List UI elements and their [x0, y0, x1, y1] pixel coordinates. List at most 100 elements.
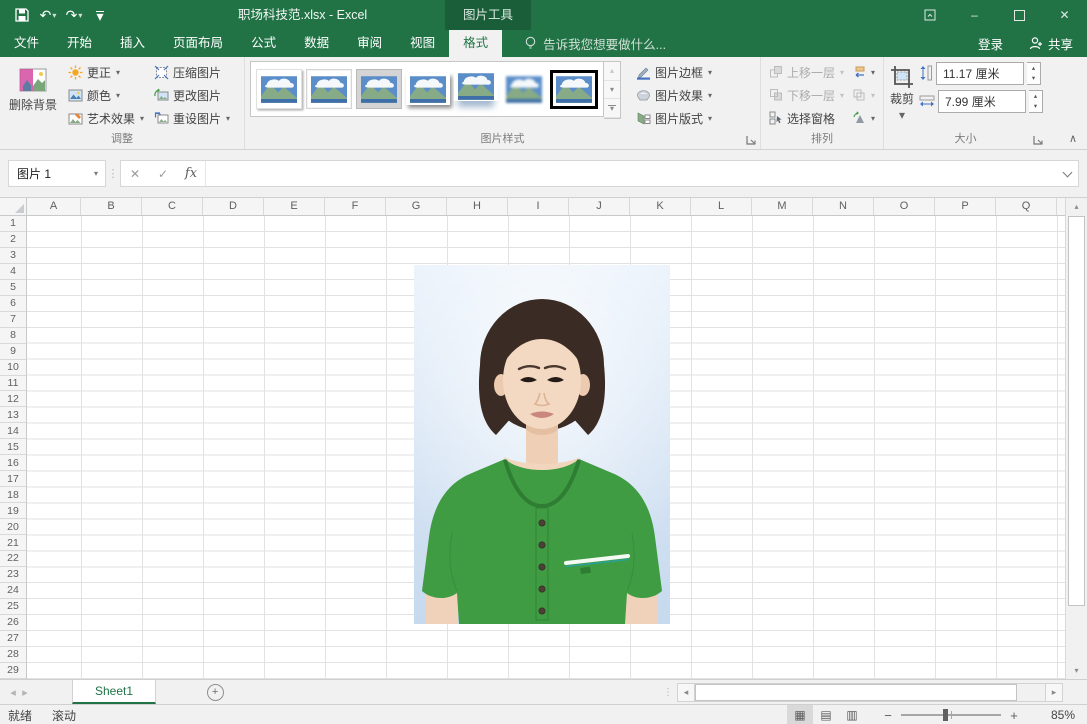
scroll-down-button[interactable]: ▾: [1066, 662, 1087, 679]
spin-down-button[interactable]: ▾: [1029, 101, 1042, 112]
column-header-E[interactable]: E: [264, 198, 325, 215]
tab-insert[interactable]: 插入: [106, 30, 159, 57]
row-header-13[interactable]: 13: [0, 407, 26, 423]
row-header-10[interactable]: 10: [0, 360, 26, 376]
zoom-slider[interactable]: [901, 714, 1001, 716]
name-box[interactable]: 图片 1 ▾: [8, 160, 106, 187]
insert-function-button[interactable]: fx: [177, 166, 205, 181]
scroll-right-button[interactable]: ▸: [1045, 683, 1063, 702]
compress-pictures-button[interactable]: 压缩图片: [151, 61, 233, 83]
picture-style-3-frame-gray[interactable]: [356, 69, 402, 109]
vertical-scroll-thumb[interactable]: [1068, 216, 1085, 606]
normal-view-button[interactable]: ▦: [787, 705, 813, 724]
spin-up-button[interactable]: ▴: [1027, 63, 1040, 74]
gallery-scroll-down-button[interactable]: ▾: [604, 81, 620, 100]
picture-border-button[interactable]: 图片边框▾: [633, 61, 715, 83]
row-header-22[interactable]: 22: [0, 551, 26, 567]
row-header-8[interactable]: 8: [0, 328, 26, 344]
row-header-11[interactable]: 11: [0, 376, 26, 392]
height-input[interactable]: 11.17 厘米: [936, 62, 1024, 85]
column-header-M[interactable]: M: [752, 198, 813, 215]
zoom-in-button[interactable]: +: [1005, 708, 1023, 723]
picture-style-5-reflection[interactable]: [454, 71, 498, 101]
column-header-P[interactable]: P: [935, 198, 996, 215]
tab-page-layout[interactable]: 页面布局: [159, 30, 237, 57]
column-header-G[interactable]: G: [386, 198, 447, 215]
row-header-3[interactable]: 3: [0, 248, 26, 264]
zoom-level[interactable]: 85%: [1033, 708, 1087, 722]
row-header-5[interactable]: 5: [0, 280, 26, 296]
tab-view[interactable]: 视图: [396, 30, 449, 57]
column-header-A[interactable]: A: [27, 198, 81, 215]
undo-button[interactable]: ↶▾: [36, 2, 60, 28]
close-button[interactable]: ✕: [1042, 0, 1087, 30]
column-header-L[interactable]: L: [691, 198, 752, 215]
customize-qat-button[interactable]: ▾: [88, 2, 112, 28]
column-header-K[interactable]: K: [630, 198, 691, 215]
reset-picture-button[interactable]: 重设图片▾: [151, 107, 233, 129]
restore-button[interactable]: [997, 0, 1042, 30]
tell-me-box[interactable]: 告诉我您想要做什么...: [524, 30, 666, 57]
tab-home[interactable]: 开始: [53, 30, 106, 57]
tab-file[interactable]: 文件: [0, 30, 53, 57]
row-header-28[interactable]: 28: [0, 647, 26, 663]
column-header-Q[interactable]: Q: [996, 198, 1057, 215]
picture-style-4-shadow[interactable]: [406, 73, 450, 105]
column-header-I[interactable]: I: [508, 198, 569, 215]
row-header-14[interactable]: 14: [0, 423, 26, 439]
change-picture-button[interactable]: 更改图片: [151, 84, 233, 106]
row-header-19[interactable]: 19: [0, 503, 26, 519]
new-sheet-button[interactable]: +: [200, 680, 230, 704]
row-header-4[interactable]: 4: [0, 264, 26, 280]
row-header-25[interactable]: 25: [0, 599, 26, 615]
row-header-6[interactable]: 6: [0, 296, 26, 312]
align-button[interactable]: ▾: [849, 61, 878, 83]
row-header-29[interactable]: 29: [0, 663, 26, 679]
picture-styles-dialog-launcher[interactable]: [745, 134, 757, 146]
row-header-20[interactable]: 20: [0, 519, 26, 535]
column-header-B[interactable]: B: [81, 198, 142, 215]
picture-effects-button[interactable]: 图片效果▾: [633, 84, 715, 106]
splitter-dots[interactable]: ⋮: [663, 687, 673, 698]
undo-dropdown[interactable]: ▾: [52, 11, 56, 20]
horizontal-scroll-track[interactable]: [695, 683, 1045, 702]
spin-down-button[interactable]: ▾: [1027, 73, 1040, 84]
scroll-up-button[interactable]: ▴: [1066, 198, 1087, 215]
drag-handle-dots[interactable]: ⋮: [106, 167, 120, 180]
artistic-effects-button[interactable]: 艺术效果▾: [65, 107, 147, 129]
remove-background-button[interactable]: 删除背景: [5, 61, 61, 112]
corrections-button[interactable]: 更正▾: [65, 61, 147, 83]
row-header-7[interactable]: 7: [0, 312, 26, 328]
row-header-9[interactable]: 9: [0, 344, 26, 360]
color-button[interactable]: 颜色▾: [65, 84, 147, 106]
row-header-27[interactable]: 27: [0, 631, 26, 647]
page-layout-view-button[interactable]: ▤: [813, 705, 839, 724]
next-sheet-button[interactable]: ▸: [12, 680, 38, 704]
tab-data[interactable]: 数据: [290, 30, 343, 57]
page-break-preview-button[interactable]: ▥: [839, 705, 865, 724]
picture-style-6-soft-edge[interactable]: [502, 70, 546, 108]
picture-style-1-frame-white[interactable]: [256, 69, 302, 109]
row-header-16[interactable]: 16: [0, 455, 26, 471]
expand-formula-bar-button[interactable]: [1056, 172, 1078, 176]
cells-canvas[interactable]: [27, 216, 1065, 679]
row-header-26[interactable]: 26: [0, 615, 26, 631]
column-header-J[interactable]: J: [569, 198, 630, 215]
ribbon-display-options-button[interactable]: [907, 0, 952, 30]
column-header-C[interactable]: C: [142, 198, 203, 215]
column-header-H[interactable]: H: [447, 198, 508, 215]
rotate-button[interactable]: ▾: [849, 107, 878, 129]
row-header-15[interactable]: 15: [0, 439, 26, 455]
zoom-out-button[interactable]: −: [879, 708, 897, 723]
row-header-23[interactable]: 23: [0, 567, 26, 583]
spin-up-button[interactable]: ▴: [1029, 91, 1042, 102]
row-header-12[interactable]: 12: [0, 391, 26, 407]
row-header-17[interactable]: 17: [0, 471, 26, 487]
sheet-tab-sheet1[interactable]: Sheet1: [72, 680, 156, 704]
vertical-scrollbar[interactable]: ▴ ▾: [1065, 198, 1087, 679]
row-header-2[interactable]: 2: [0, 232, 26, 248]
column-header-F[interactable]: F: [325, 198, 386, 215]
row-header-21[interactable]: 21: [0, 535, 26, 551]
width-input[interactable]: 7.99 厘米: [938, 90, 1026, 113]
inserted-picture[interactable]: [414, 265, 670, 624]
